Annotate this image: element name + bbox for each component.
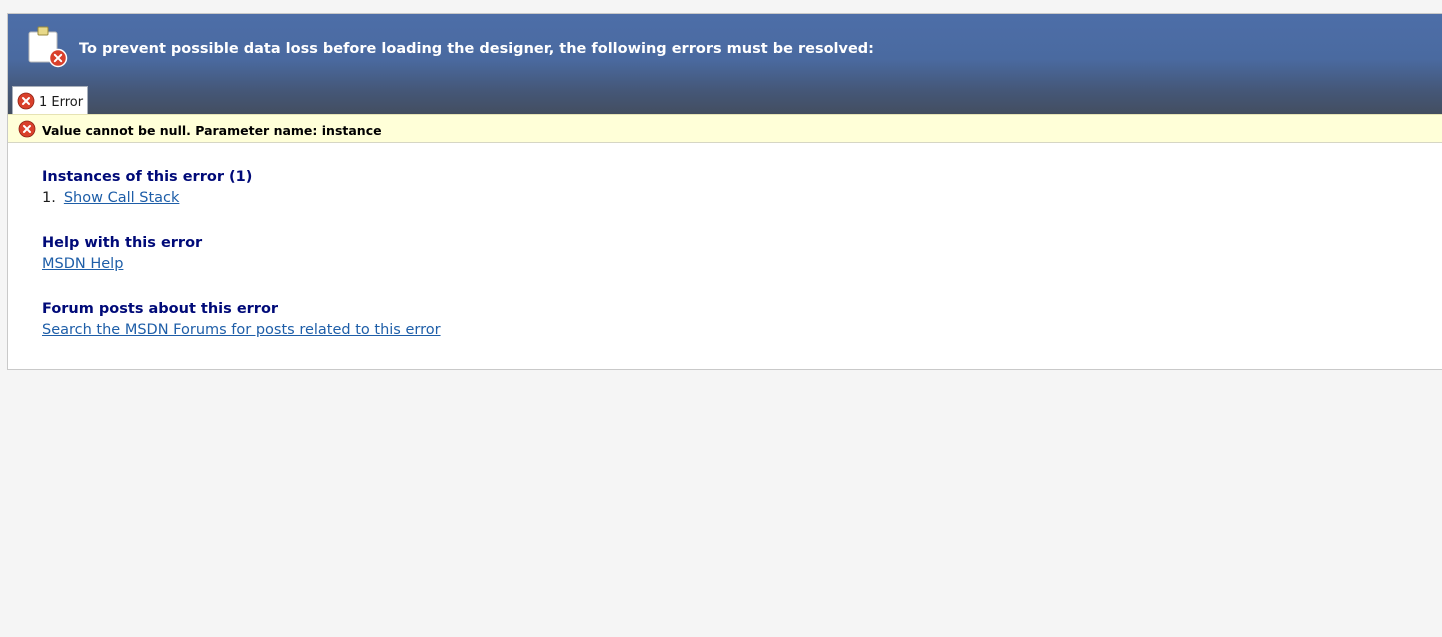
tab-errors-label: 1 Error: [39, 95, 84, 110]
instance-number: 1.: [42, 190, 56, 206]
show-call-stack-link[interactable]: Show Call Stack: [64, 190, 180, 206]
designer-error-panel: To prevent possible data loss before loa…: [7, 13, 1442, 370]
forum-body: Search the MSDN Forums for posts related…: [42, 319, 1442, 341]
error-message-text: Value cannot be null. Parameter name: in…: [42, 122, 382, 138]
help-body: MSDN Help: [42, 253, 1442, 275]
header-title: To prevent possible data loss before loa…: [79, 41, 874, 57]
instances-title: Instances of this error (1): [42, 169, 253, 185]
help-title: Help with this error: [42, 235, 203, 251]
clipboard-error-icon: [28, 26, 68, 68]
error-header: To prevent possible data loss before loa…: [8, 14, 1442, 114]
error-icon: [18, 120, 36, 137]
error-message-bar: Value cannot be null. Parameter name: in…: [8, 114, 1442, 143]
error-icon: [17, 92, 35, 109]
msdn-forums-search-link[interactable]: Search the MSDN Forums for posts related…: [42, 322, 441, 338]
instances-list: 1. Show Call Stack: [42, 187, 1442, 209]
forum-title: Forum posts about this error: [42, 301, 279, 317]
tab-errors[interactable]: 1 Error: [12, 86, 88, 114]
msdn-help-link[interactable]: MSDN Help: [42, 256, 123, 272]
error-details: Instances of this error (1) 1. Show Call …: [8, 143, 1442, 341]
